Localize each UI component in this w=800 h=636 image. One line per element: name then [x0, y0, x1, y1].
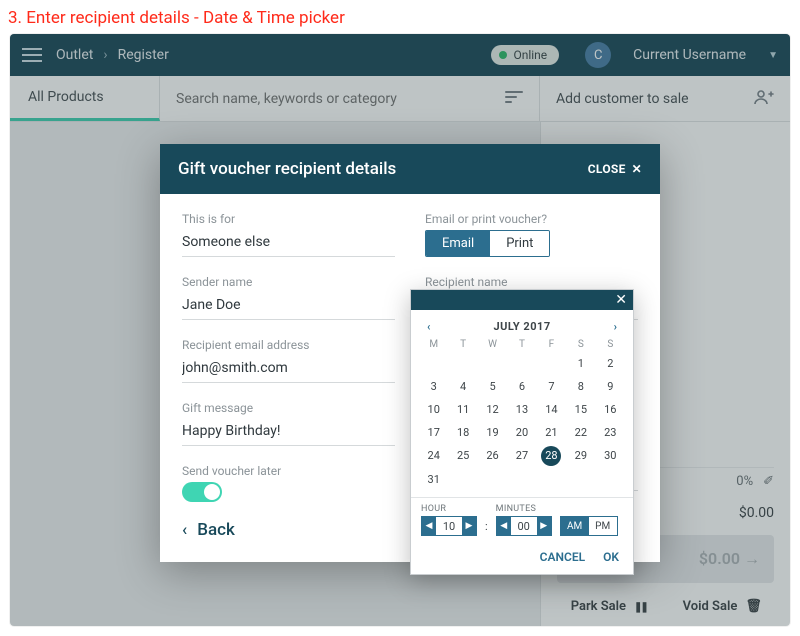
- dow-header: S: [566, 339, 595, 350]
- calendar-day[interactable]: 17: [419, 423, 448, 442]
- picker-ok-button[interactable]: OK: [603, 550, 619, 564]
- calendar-day[interactable]: 27: [507, 446, 536, 466]
- calendar-day[interactable]: 21: [537, 423, 566, 442]
- hour-label: HOUR: [421, 504, 477, 514]
- hour-down[interactable]: ◀: [422, 517, 436, 535]
- minutes-spinner: ◀ 00 ▶: [496, 516, 552, 536]
- calendar-day[interactable]: 19: [478, 423, 507, 442]
- calendar-day[interactable]: 22: [566, 423, 595, 442]
- pm-button[interactable]: PM: [589, 517, 617, 535]
- delivery-method-segment: Email Print: [425, 230, 550, 257]
- dow-header: F: [537, 339, 566, 350]
- page-annotation: 3. Enter recipient details - Date & Time…: [0, 0, 800, 32]
- dow-header: W: [478, 339, 507, 350]
- calendar-day[interactable]: 29: [566, 446, 595, 466]
- send-later-label: Send voucher later: [182, 464, 395, 478]
- calendar-day[interactable]: 2: [596, 354, 625, 373]
- delivery-email-button[interactable]: Email: [426, 231, 490, 256]
- minutes-label: MINUTES: [496, 504, 552, 514]
- calendar-day[interactable]: 1: [566, 354, 595, 373]
- ampm-segment: AM PM: [560, 516, 618, 536]
- recipient-email-label: Recipient email address: [182, 338, 395, 352]
- calendar-day[interactable]: 8: [566, 377, 595, 396]
- calendar-day[interactable]: 20: [507, 423, 536, 442]
- date-time-picker: ✕ ‹ JULY 2017 › MTWTFSS 1234567891011121…: [410, 289, 634, 575]
- hour-value[interactable]: 10: [436, 517, 462, 535]
- hour-spinner: ◀ 10 ▶: [421, 516, 477, 536]
- delivery-print-button[interactable]: Print: [490, 231, 549, 256]
- minutes-up[interactable]: ▶: [537, 517, 551, 535]
- dow-header: S: [596, 339, 625, 350]
- dow-header: T: [448, 339, 477, 350]
- picker-prev-month[interactable]: ‹: [421, 318, 436, 335]
- calendar-day[interactable]: 7: [537, 377, 566, 396]
- back-button[interactable]: ‹ Back: [182, 520, 395, 540]
- calendar-day[interactable]: 6: [507, 377, 536, 396]
- recipient-name-label: Recipient name: [425, 275, 638, 289]
- delivery-method-label: Email or print voucher?: [425, 212, 638, 226]
- minutes-down[interactable]: ◀: [497, 517, 511, 535]
- app-window: Outlet › Register Online C Current Usern…: [10, 34, 790, 626]
- calendar-day[interactable]: 31: [419, 470, 448, 489]
- modal-title: Gift voucher recipient details: [178, 159, 396, 179]
- calendar-day[interactable]: 23: [596, 423, 625, 442]
- back-label: Back: [197, 520, 235, 540]
- calendar-day[interactable]: 5: [478, 377, 507, 396]
- picker-close-icon[interactable]: ✕: [615, 292, 627, 308]
- minutes-value[interactable]: 00: [511, 517, 537, 535]
- calendar-day[interactable]: 14: [537, 400, 566, 419]
- chevron-left-icon: ‹: [182, 520, 187, 540]
- calendar-day[interactable]: 13: [507, 400, 536, 419]
- modal-close-button[interactable]: CLOSE ✕: [588, 162, 642, 176]
- sender-name-label: Sender name: [182, 275, 395, 289]
- calendar-day[interactable]: 11: [448, 400, 477, 419]
- calendar-day[interactable]: 10: [419, 400, 448, 419]
- calendar-day[interactable]: 3: [419, 377, 448, 396]
- calendar-day[interactable]: 30: [596, 446, 625, 466]
- this-is-for-label: This is for: [182, 212, 395, 226]
- modal-header: Gift voucher recipient details CLOSE ✕: [160, 144, 660, 194]
- picker-cancel-button[interactable]: CANCEL: [540, 550, 585, 564]
- dow-header: M: [419, 339, 448, 350]
- calendar-day[interactable]: 9: [596, 377, 625, 396]
- send-later-toggle[interactable]: [182, 482, 222, 502]
- calendar-day[interactable]: 15: [566, 400, 595, 419]
- calendar-day[interactable]: 28: [541, 446, 561, 466]
- calendar-day[interactable]: 16: [596, 400, 625, 419]
- sender-name-field[interactable]: [182, 293, 395, 320]
- this-is-for-field[interactable]: [182, 230, 395, 257]
- picker-titlebar: ✕: [411, 290, 633, 310]
- gift-message-label: Gift message: [182, 401, 395, 415]
- hour-up[interactable]: ▶: [462, 517, 476, 535]
- calendar-day[interactable]: 24: [419, 446, 448, 466]
- dow-header: T: [507, 339, 536, 350]
- calendar-day[interactable]: 12: [478, 400, 507, 419]
- recipient-email-field[interactable]: [182, 356, 395, 383]
- close-label: CLOSE: [588, 162, 626, 176]
- gift-message-field[interactable]: [182, 419, 395, 446]
- calendar-day[interactable]: 26: [478, 446, 507, 466]
- calendar-grid: MTWTFSS 12345678910111213141516171819202…: [411, 339, 633, 497]
- picker-next-month[interactable]: ›: [608, 318, 623, 335]
- am-button[interactable]: AM: [561, 517, 589, 535]
- calendar-day[interactable]: 4: [448, 377, 477, 396]
- calendar-day[interactable]: 18: [448, 423, 477, 442]
- close-icon: ✕: [632, 162, 642, 176]
- picker-month-title: JULY 2017: [436, 320, 607, 333]
- calendar-day[interactable]: 25: [448, 446, 477, 466]
